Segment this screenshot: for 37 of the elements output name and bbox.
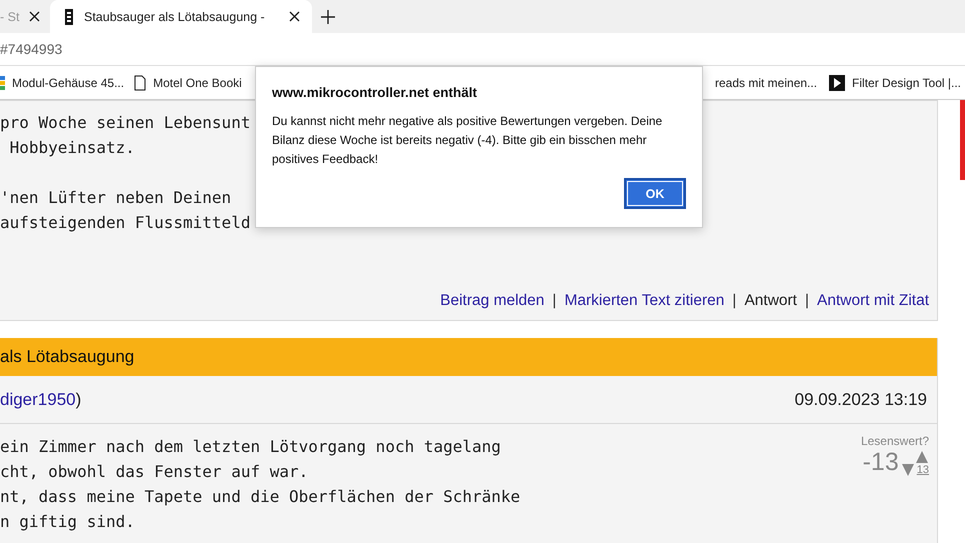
ok-button[interactable]: OK: [624, 178, 686, 209]
address-text: #7494993: [0, 41, 62, 57]
bookmark[interactable]: Modul-Gehäuse 45...: [0, 76, 124, 90]
close-icon[interactable]: [29, 11, 40, 22]
separator: |: [552, 292, 556, 310]
memory-chip-icon: [64, 8, 74, 24]
bookmark[interactable]: Motel One Booki: [134, 74, 242, 90]
post-text-line: aufsteigenden Flussmitteld: [0, 212, 250, 234]
post-text-line: n giftig sind.: [0, 511, 135, 533]
author-link[interactable]: diger1950: [0, 390, 76, 408]
browser-tab[interactable]: Staubsauger als Lötabsaugung -: [50, 0, 312, 33]
post-action-link[interactable]: Beitrag melden: [440, 292, 544, 310]
page-icon: [0, 76, 5, 90]
separator: |: [805, 292, 810, 310]
dialog-message: Du kannst nicht mehr negative als positive Bewertungen vergeben. Deine Bilanz diese Woche ist bereits negativ (-4). Bitte gib ein bisschen mehr positives Feedback!: [272, 113, 664, 168]
bookmark[interactable]: reads mit meinen...: [715, 76, 818, 90]
post-date: 09.09.2023 13:19: [794, 390, 927, 410]
post-text-line: 'nen Lüfter neben Deinen: [0, 187, 232, 209]
post-text-line: pro Woche seinen Lebensunt: [0, 112, 250, 134]
post-text-line: cht, obwohl das Fenster auf war.: [0, 461, 308, 483]
separator: |: [732, 292, 736, 310]
rating-label: Lesenswert?: [860, 434, 929, 448]
post-action-link[interactable]: Antwort mit Zitat: [817, 292, 929, 310]
document-icon: [134, 74, 146, 90]
post-text-line: nt, dass meine Tapete und die Oberflächen der Schränke: [0, 486, 520, 508]
play-icon: [829, 74, 846, 90]
parenthesis: ): [76, 390, 82, 408]
post-subject: als Lötabsaugung: [0, 338, 938, 376]
rating-score: -13: [862, 448, 899, 477]
post-text-line: Hobbyeinsatz.: [8, 137, 135, 159]
post-action-link[interactable]: Antwort: [744, 292, 797, 310]
post-text-line: ein Zimmer nach dem letzten Lötvorgang noch tagelang: [0, 436, 501, 458]
dialog-title: www.mikrocontroller.net enthält: [272, 85, 478, 100]
bookmark[interactable]: Filter Design Tool |...: [829, 74, 961, 90]
post-action-link[interactable]: Markierten Text zitieren: [564, 292, 724, 310]
upvote-icon[interactable]: [915, 450, 929, 464]
close-icon[interactable]: [289, 11, 300, 22]
